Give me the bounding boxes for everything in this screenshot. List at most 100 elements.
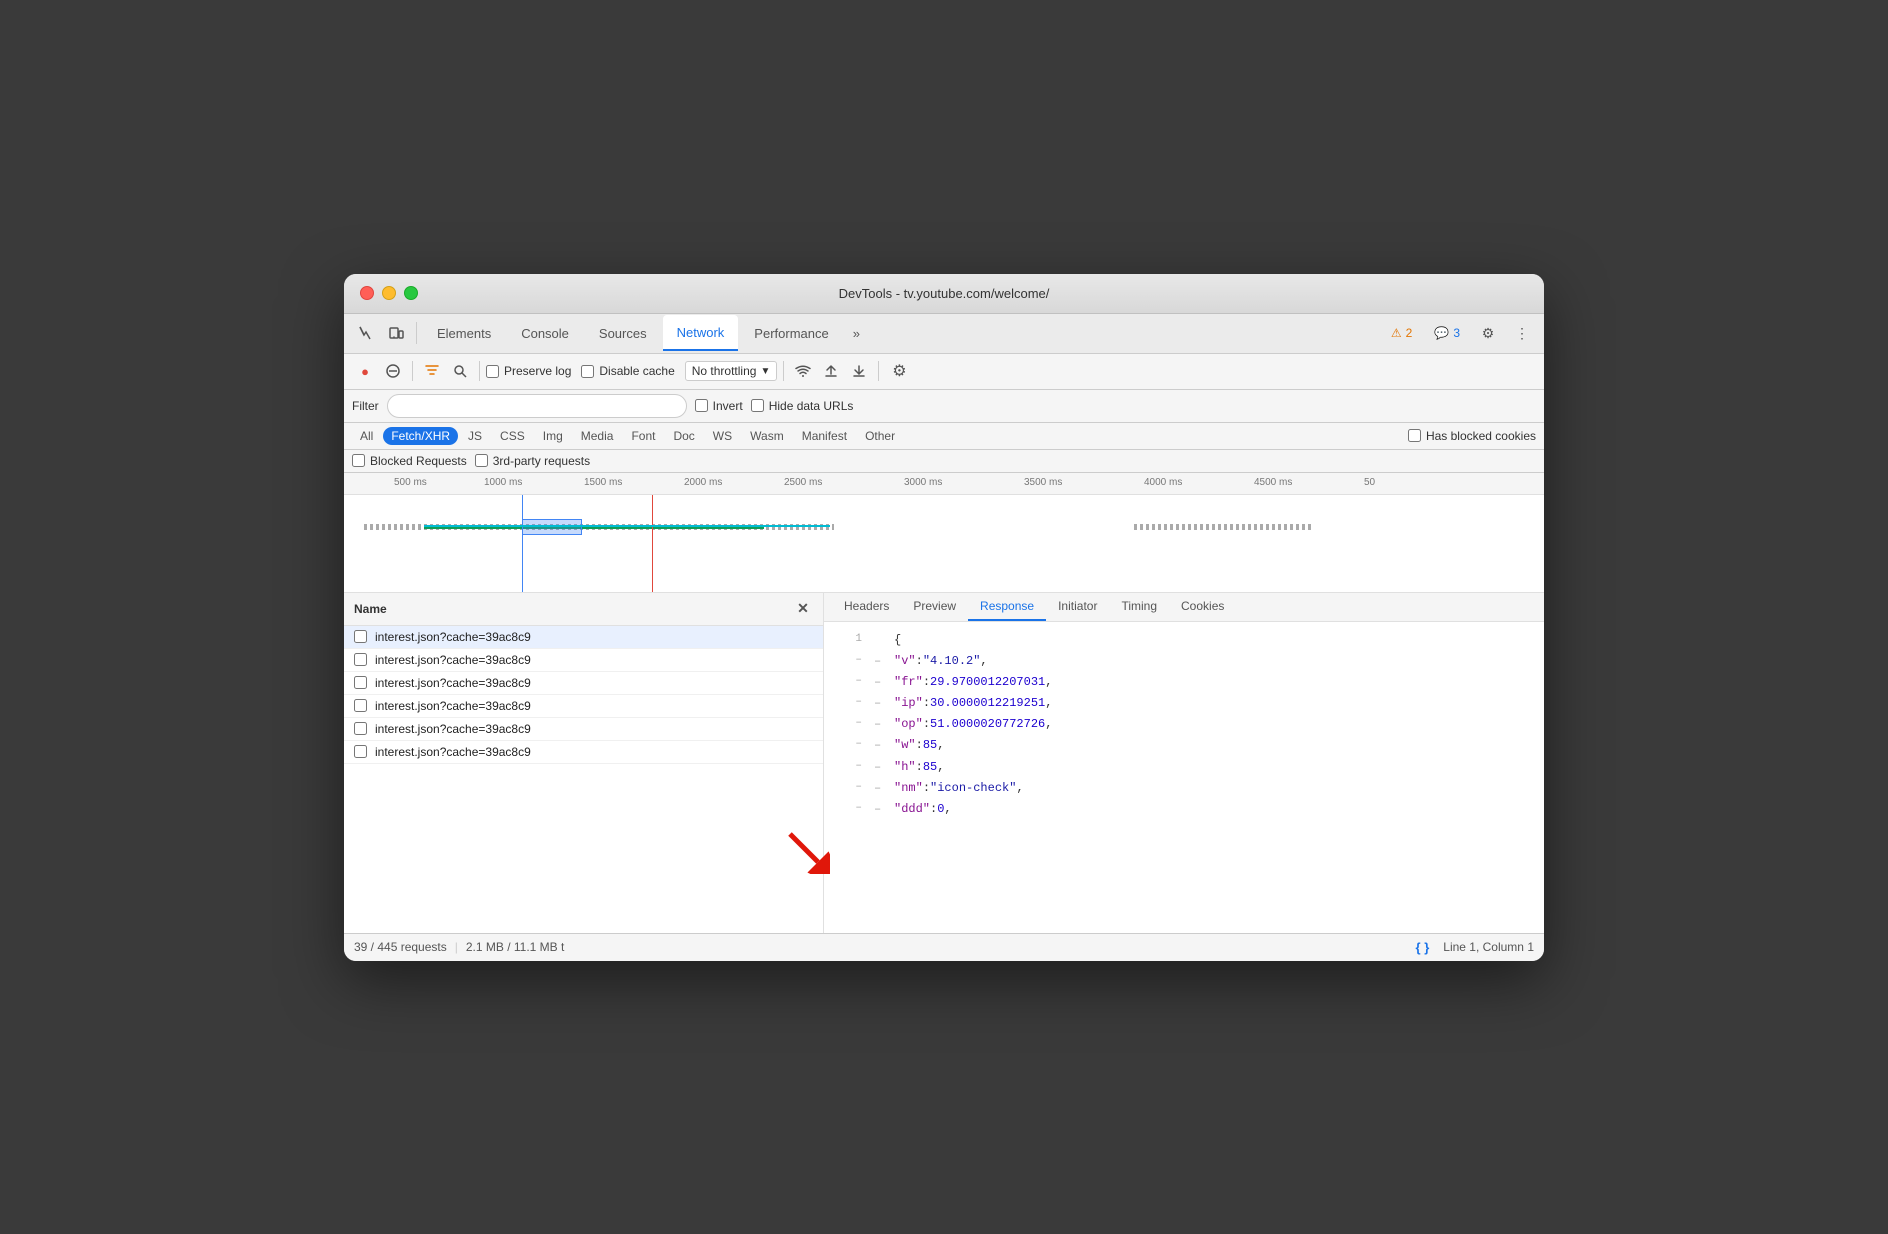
tab-console[interactable]: Console bbox=[507, 315, 583, 351]
type-img[interactable]: Img bbox=[535, 427, 571, 445]
cursor-position: Line 1, Column 1 bbox=[1443, 940, 1534, 954]
type-other[interactable]: Other bbox=[857, 427, 903, 445]
ruler-500: 500 ms bbox=[394, 477, 427, 488]
type-wasm[interactable]: Wasm bbox=[742, 427, 792, 445]
detail-tab-cookies[interactable]: Cookies bbox=[1169, 593, 1236, 621]
toolbar-sep-3 bbox=[783, 361, 784, 381]
throttle-arrow: ▼ bbox=[760, 366, 770, 377]
type-font[interactable]: Font bbox=[623, 427, 663, 445]
close-panel-button[interactable]: ✕ bbox=[793, 599, 813, 619]
record-button[interactable]: ● bbox=[352, 358, 378, 384]
type-manifest[interactable]: Manifest bbox=[794, 427, 855, 445]
pretty-print-button[interactable]: { } bbox=[1410, 938, 1436, 957]
device-icon[interactable] bbox=[382, 319, 410, 347]
invert-checkbox[interactable] bbox=[695, 399, 708, 412]
type-css[interactable]: CSS bbox=[492, 427, 533, 445]
request-name-3: interest.json?cache=39ac8c9 bbox=[375, 676, 531, 690]
request-name-1: interest.json?cache=39ac8c9 bbox=[375, 630, 531, 644]
upload-icon[interactable] bbox=[818, 358, 844, 384]
has-blocked-cookies-checkbox[interactable] bbox=[1408, 429, 1421, 442]
detail-tab-timing[interactable]: Timing bbox=[1109, 593, 1169, 621]
timeline-ruler: 500 ms 1000 ms 1500 ms 2000 ms 2500 ms 3… bbox=[344, 473, 1544, 495]
request-row-5[interactable]: interest.json?cache=39ac8c9 bbox=[344, 718, 823, 741]
message-icon: 💬 bbox=[1434, 326, 1449, 340]
wifi-icon[interactable] bbox=[790, 358, 816, 384]
ruler-3500: 3500 ms bbox=[1024, 477, 1062, 488]
json-line-ddd: – – "ddd" : 0 , bbox=[824, 799, 1544, 820]
request-row-2[interactable]: interest.json?cache=39ac8c9 bbox=[344, 649, 823, 672]
name-col-label: Name bbox=[354, 602, 387, 616]
timeline-graph[interactable] bbox=[344, 495, 1544, 593]
request-checkbox-3[interactable] bbox=[354, 676, 367, 689]
message-badge[interactable]: 💬 3 bbox=[1426, 323, 1468, 343]
detail-tab-initiator[interactable]: Initiator bbox=[1046, 593, 1109, 621]
detail-tab-preview[interactable]: Preview bbox=[901, 593, 968, 621]
type-all[interactable]: All bbox=[352, 427, 381, 445]
disable-cache-text: Disable cache bbox=[599, 364, 674, 378]
title-bar: DevTools - tv.youtube.com/welcome/ bbox=[344, 274, 1544, 314]
request-checkbox-2[interactable] bbox=[354, 653, 367, 666]
more-tabs-button[interactable]: » bbox=[845, 326, 868, 341]
timeline-red-line bbox=[652, 495, 653, 593]
timeline-area: 500 ms 1000 ms 1500 ms 2000 ms 2500 ms 3… bbox=[344, 473, 1544, 593]
type-js[interactable]: JS bbox=[460, 427, 490, 445]
preserve-log-checkbox[interactable] bbox=[486, 365, 499, 378]
tab-elements[interactable]: Elements bbox=[423, 315, 505, 351]
tab-performance[interactable]: Performance bbox=[740, 315, 842, 351]
disable-cache-label[interactable]: Disable cache bbox=[581, 364, 674, 378]
request-name-6: interest.json?cache=39ac8c9 bbox=[375, 745, 531, 759]
status-bar: 39 / 445 requests | 2.1 MB / 11.1 MB t {… bbox=[344, 933, 1544, 961]
blocked-requests-label[interactable]: Blocked Requests bbox=[352, 454, 467, 468]
throttle-select[interactable]: No throttling ▼ bbox=[685, 361, 778, 381]
toolbar-settings-icon[interactable]: ⚙ bbox=[885, 357, 913, 385]
blocked-requests-checkbox[interactable] bbox=[352, 454, 365, 467]
hide-data-urls-label[interactable]: Hide data URLs bbox=[751, 399, 854, 413]
request-checkbox-4[interactable] bbox=[354, 699, 367, 712]
type-media[interactable]: Media bbox=[573, 427, 622, 445]
third-party-label[interactable]: 3rd-party requests bbox=[475, 454, 590, 468]
filter-icon[interactable] bbox=[419, 358, 445, 384]
inspect-icon[interactable] bbox=[352, 319, 380, 347]
detail-tab-headers[interactable]: Headers bbox=[832, 593, 901, 621]
settings-icon[interactable]: ⚙ bbox=[1474, 319, 1502, 347]
ruler-2000: 2000 ms bbox=[684, 477, 722, 488]
disable-cache-checkbox[interactable] bbox=[581, 365, 594, 378]
request-row-1[interactable]: interest.json?cache=39ac8c9 bbox=[344, 626, 823, 649]
preserve-log-label[interactable]: Preserve log bbox=[486, 364, 571, 378]
tab-network[interactable]: Network bbox=[663, 315, 739, 351]
clear-button[interactable] bbox=[380, 358, 406, 384]
timeline-cyan-bar bbox=[424, 525, 830, 527]
name-panel: Name ✕ interest.json?cache=39ac8c9 inter… bbox=[344, 593, 824, 933]
third-party-checkbox[interactable] bbox=[475, 454, 488, 467]
preserve-log-text: Preserve log bbox=[504, 364, 571, 378]
toolbar-sep-1 bbox=[412, 361, 413, 381]
requests-count: 39 / 445 requests bbox=[354, 940, 447, 954]
hide-data-urls-checkbox[interactable] bbox=[751, 399, 764, 412]
maximize-button[interactable] bbox=[404, 286, 418, 300]
request-row-4[interactable]: interest.json?cache=39ac8c9 bbox=[344, 695, 823, 718]
more-options-icon[interactable]: ⋮ bbox=[1508, 319, 1536, 347]
toolbar-sep-4 bbox=[878, 361, 879, 381]
download-icon[interactable] bbox=[846, 358, 872, 384]
response-content[interactable]: 1 { – – "v" : "4.10.2" , – – "fr" bbox=[824, 622, 1544, 933]
json-line-w: – – "w" : 85 , bbox=[824, 735, 1544, 756]
filter-input[interactable] bbox=[387, 394, 687, 418]
request-checkbox-5[interactable] bbox=[354, 722, 367, 735]
json-line-v: – – "v" : "4.10.2" , bbox=[824, 651, 1544, 672]
json-line-nm: – – "nm" : "icon-check" , bbox=[824, 778, 1544, 799]
tab-sources[interactable]: Sources bbox=[585, 315, 661, 351]
search-icon[interactable] bbox=[447, 358, 473, 384]
minimize-button[interactable] bbox=[382, 286, 396, 300]
type-ws[interactable]: WS bbox=[705, 427, 740, 445]
detail-tab-response[interactable]: Response bbox=[968, 593, 1046, 621]
request-row-6[interactable]: interest.json?cache=39ac8c9 bbox=[344, 741, 823, 764]
request-row-3[interactable]: interest.json?cache=39ac8c9 bbox=[344, 672, 823, 695]
request-checkbox-1[interactable] bbox=[354, 630, 367, 643]
warning-badge[interactable]: ⚠ 2 bbox=[1383, 323, 1420, 343]
type-fetch-xhr[interactable]: Fetch/XHR bbox=[383, 427, 458, 445]
close-button[interactable] bbox=[360, 286, 374, 300]
invert-label[interactable]: Invert bbox=[695, 399, 743, 413]
request-checkbox-6[interactable] bbox=[354, 745, 367, 758]
type-doc[interactable]: Doc bbox=[665, 427, 702, 445]
has-blocked-cookies-label[interactable]: Has blocked cookies bbox=[1408, 429, 1536, 443]
